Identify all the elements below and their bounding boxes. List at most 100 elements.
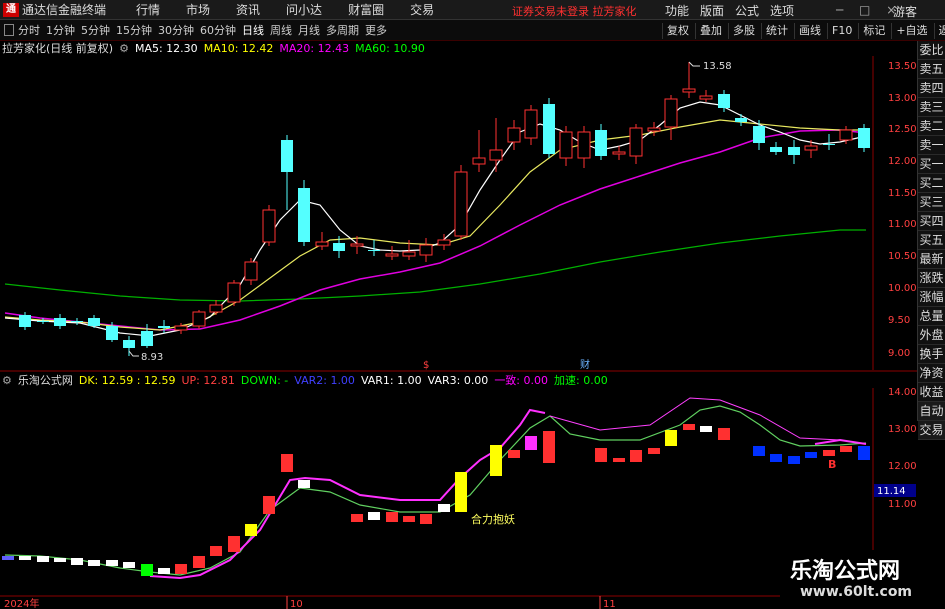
- candle: [559, 131, 573, 159]
- axis-label: 13.00: [888, 424, 917, 435]
- candle: [37, 321, 49, 322]
- candle: [612, 151, 626, 155]
- menu-jiaoyi[interactable]: 交易: [410, 1, 434, 18]
- settings-gear-icon[interactable]: ⚙: [2, 374, 12, 387]
- candle: [419, 244, 433, 256]
- period-more[interactable]: 更多: [365, 22, 387, 38]
- period-1min[interactable]: 1分钟: [46, 22, 75, 38]
- menu-wenxiaoda[interactable]: 问小达: [286, 1, 322, 18]
- side-outer[interactable]: 外盘: [918, 326, 945, 345]
- period-weekly[interactable]: 周线: [270, 22, 292, 38]
- dk-line-2: [814, 438, 867, 445]
- indicator-bar: [368, 512, 380, 520]
- period-15min[interactable]: 15分钟: [116, 22, 152, 38]
- indicator-bar: [438, 504, 450, 512]
- layout-icon[interactable]: [4, 24, 14, 36]
- side-change-pct[interactable]: 涨幅: [918, 288, 945, 307]
- side-earnings[interactable]: 收益: [918, 383, 945, 402]
- event-marker-s: $: [423, 360, 429, 371]
- side-sell1[interactable]: 卖一: [918, 136, 945, 155]
- var2-value: VAR2: 1.00: [294, 373, 355, 387]
- watermark: 乐淘公式网 www.60lt.com: [780, 550, 945, 609]
- period-toolbar: 分时 1分钟 5分钟 15分钟 30分钟 60分钟 日线 周线 月线 多周期 更…: [0, 20, 945, 41]
- side-latest[interactable]: 最新: [918, 250, 945, 269]
- tool-fuquan[interactable]: 复权: [662, 22, 693, 39]
- tool-back[interactable]: 返回: [933, 22, 945, 39]
- candle: [315, 241, 329, 247]
- stock-name[interactable]: 拉芳家化(日线 前复权): [2, 40, 113, 56]
- jiasu-value: 加速: 0.00: [554, 374, 608, 387]
- menu-xuanxiang[interactable]: 选项: [770, 2, 794, 19]
- tool-add-watchlist[interactable]: +自选: [891, 22, 931, 39]
- period-daily[interactable]: 日线: [242, 22, 264, 38]
- indicator-bar: [193, 556, 205, 568]
- candle: [192, 311, 206, 327]
- indicator-bar: [455, 472, 467, 512]
- period-fenshi[interactable]: 分时: [18, 22, 40, 38]
- ma60-value: MA60: 10.90: [355, 41, 425, 55]
- period-multi[interactable]: 多周期: [326, 22, 359, 38]
- side-weibi[interactable]: 委比: [918, 41, 945, 60]
- settings-gear-icon[interactable]: ⚙: [119, 42, 129, 55]
- indicator-bar: [840, 446, 852, 452]
- menu-gongneng[interactable]: 功能: [665, 2, 689, 19]
- tool-tongji[interactable]: 统计: [761, 22, 792, 39]
- period-monthly[interactable]: 月线: [298, 22, 320, 38]
- formula-name[interactable]: 乐淘公式网: [18, 372, 73, 388]
- axis-label: 12.00: [888, 156, 917, 167]
- tool-biaoji[interactable]: 标记: [858, 22, 889, 39]
- menu-zixun[interactable]: 资讯: [236, 1, 260, 18]
- indicator-bar: [228, 536, 240, 552]
- indicator-bar: [386, 512, 398, 522]
- ma5-value: MA5: 12.30: [134, 41, 198, 55]
- up-value: UP: 12.81: [181, 373, 235, 387]
- tool-f10[interactable]: F10: [827, 22, 856, 39]
- period-60min[interactable]: 60分钟: [200, 22, 236, 38]
- side-buy5[interactable]: 买五: [918, 231, 945, 250]
- side-auto[interactable]: 自动: [918, 402, 945, 421]
- menu-hangqing[interactable]: 行情: [136, 1, 160, 18]
- side-buy4[interactable]: 买四: [918, 212, 945, 231]
- menu-gongshi[interactable]: 公式: [735, 2, 759, 19]
- side-sell5[interactable]: 卖五: [918, 60, 945, 79]
- candle: [174, 325, 188, 331]
- side-buy1[interactable]: 买一: [918, 155, 945, 174]
- b-signal-label: B: [828, 458, 836, 471]
- side-sell2[interactable]: 卖二: [918, 117, 945, 136]
- axis-label: 13.50: [888, 61, 917, 72]
- period-30min[interactable]: 30分钟: [158, 22, 194, 38]
- side-volume[interactable]: 总量: [918, 307, 945, 326]
- tool-huaxian[interactable]: 画线: [794, 22, 825, 39]
- indicator-bar: [858, 446, 870, 460]
- period-5min[interactable]: 5分钟: [81, 22, 110, 38]
- ma20-line: [4, 129, 867, 331]
- tool-diejia[interactable]: 叠加: [695, 22, 726, 39]
- indicator-bar: [123, 562, 135, 568]
- side-change[interactable]: 涨跌: [918, 269, 945, 288]
- indicator-bar: [158, 568, 170, 574]
- guest-label[interactable]: 游客: [893, 3, 917, 20]
- candle: [507, 127, 521, 143]
- side-sell4[interactable]: 卖四: [918, 79, 945, 98]
- dk-value: DK: 12.59 : 12.59: [78, 373, 176, 387]
- indicator-bar: [403, 516, 415, 522]
- dk-line: [149, 408, 546, 580]
- candle: [19, 315, 31, 327]
- candle: [543, 104, 555, 154]
- side-sell3[interactable]: 卖三: [918, 98, 945, 117]
- side-buy2[interactable]: 买二: [918, 174, 945, 193]
- login-status[interactable]: 证券交易未登录 拉芳家化: [512, 3, 637, 19]
- side-turnover[interactable]: 换手: [918, 345, 945, 364]
- side-buy3[interactable]: 买三: [918, 193, 945, 212]
- axis-label: 12.50: [888, 124, 917, 135]
- indicator-bar: [263, 496, 275, 514]
- menu-banmian[interactable]: 版面: [700, 2, 724, 19]
- candle: [71, 321, 83, 322]
- tool-duogu[interactable]: 多股: [728, 22, 759, 39]
- ma5-line: [4, 101, 867, 337]
- menu-shichang[interactable]: 市场: [186, 1, 210, 18]
- side-net-assets[interactable]: 净资: [918, 364, 945, 383]
- side-trade[interactable]: 交易: [918, 421, 945, 440]
- menu-caifuquan[interactable]: 财富圈: [348, 1, 384, 18]
- kline-chart[interactable]: 13.50 13.00 12.50 12.00 11.50 11.00 10.5…: [0, 0, 945, 609]
